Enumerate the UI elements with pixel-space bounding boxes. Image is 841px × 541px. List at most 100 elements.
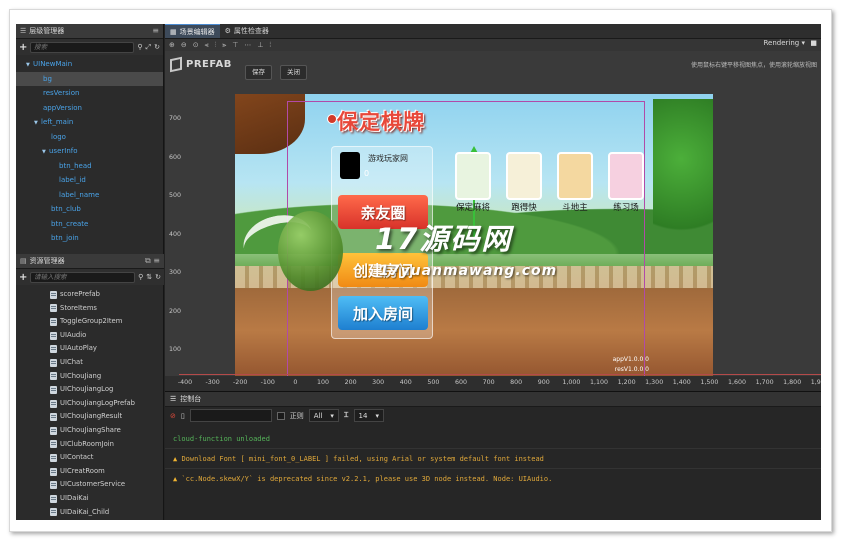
asset-item[interactable]: scorePrefab [16,288,164,302]
console-title[interactable]: 控制台 [180,394,201,404]
zoom-fit-icon[interactable]: ⊙ [193,41,199,49]
x-ruler-label: 1,400 [672,379,691,386]
assets-tab[interactable]: ▤ 资源管理器 [20,256,65,266]
tree-node-label-name[interactable]: label_name [16,188,163,203]
expand-arrow-icon[interactable]: ▼ [42,145,49,160]
search-icon[interactable]: ⚲ [138,273,143,281]
close-button[interactable]: 关闭 [280,65,307,80]
hierarchy-search-input[interactable]: 搜索 [30,41,135,53]
search-placeholder: 搜索 [34,42,47,51]
asset-item[interactable]: ToggleGroup2Item [16,315,164,329]
prefab-file-icon [50,494,57,503]
scene-viewport[interactable]: 使用鼠标右键平移视图焦点，使用滚轮缩放视图 PREFAB 保存 关闭 700 60… [165,51,821,391]
panel-menu-icon[interactable]: ≡ [152,26,159,35]
align-top-icon[interactable]: ⊤ [232,41,238,49]
title-seal-icon [327,114,337,124]
hierarchy-tab[interactable]: ☰ 层级管理器 [20,26,64,36]
font-size-select[interactable]: 14 ▾ [353,409,384,422]
add-node-icon[interactable]: + [19,42,27,53]
add-asset-icon[interactable]: + [19,272,27,283]
asset-item[interactable]: UICustomerService [16,478,164,492]
asset-item[interactable]: UIDaiKai_Child [16,506,164,520]
distribute-icon[interactable]: ⦙ [270,41,272,50]
sort-icon[interactable]: ⇅ [146,273,152,281]
game-mode-button[interactable]: 跑得快 [504,152,544,213]
clear-icon[interactable]: ⊘ [170,412,176,420]
console-icon: ☰ [170,395,177,403]
tree-node-btn-head[interactable]: btn_head [16,159,163,174]
x-ruler-label: 1,600 [727,379,747,386]
asset-item[interactable]: UIChat [16,356,164,370]
asset-item[interactable]: UIChouJiangShare [16,424,164,438]
tree-node-resversion[interactable]: resVersion [16,86,163,101]
y-ruler-label: 600 [169,153,182,161]
asset-item[interactable]: UIContact [16,451,164,465]
asset-item[interactable]: UIAudio [16,329,164,343]
align-middle-icon[interactable]: ⋯ [244,41,251,49]
rendering-dropdown[interactable]: Rendering ▾ [764,39,806,47]
regex-checkbox[interactable] [276,411,285,420]
asset-item-label: UIChouJiangResult [60,412,123,421]
log-level-value: All [313,411,323,420]
tab-inspector[interactable]: ⚙ 属性检查器 [220,24,274,38]
tree-node-bg[interactable]: bg [16,71,163,86]
collapse-icon[interactable]: ⤢ [146,43,152,52]
tree-node-label-id[interactable]: label_id [16,173,163,188]
asset-item-label: UICreatRoom [60,466,105,475]
console-filter-input[interactable] [189,409,272,422]
x-ruler-label: 1,500 [700,379,719,386]
camera-icon[interactable]: ■ [810,39,817,47]
tree-node-userinfo[interactable]: ▼ userInfo [16,144,163,159]
asset-item[interactable]: UIDaiKai [16,492,164,506]
tree-node-uinewmain[interactable]: ▼ UINewMain [16,57,163,72]
file-icon[interactable]: ▯ [181,412,185,420]
tree-node-left-main[interactable]: ▼ left_main [16,115,163,130]
game-mode-button[interactable]: 斗地主 [555,152,595,213]
prefab-mode-indicator: PREFAB [170,56,232,73]
game-mode-button[interactable]: 保定麻将 [453,152,493,213]
asset-item[interactable]: StoreItems [16,302,164,316]
refresh-icon[interactable]: ↻ [155,273,161,281]
assets-search-input[interactable]: 请输入搜索 [30,271,136,283]
btn-join[interactable]: 加入房间 [338,296,428,330]
game-mode-label: 保定麻将 [455,203,490,213]
game-mode-button[interactable]: 练习场 [606,152,646,213]
hierarchy-toolbar: + 搜索 ⚲ ⤢ ↻ [16,39,163,55]
tree-node-btn-create[interactable]: btn_create [16,217,163,232]
asset-item-label: UIChat [60,357,83,366]
x-ruler-label: 1,300 [645,379,664,386]
tree-node-appversion[interactable]: appVersion [16,101,163,116]
asset-item[interactable]: UIChouJiangLogPrefab [16,397,164,411]
asset-item[interactable]: UIChouJiang [16,370,164,384]
log-text: cloud-function unloaded [173,435,270,443]
btn-head-avatar[interactable] [340,152,360,179]
tab-label: 属性检查器 [233,27,269,35]
align-right-icon[interactable]: ⫸ [222,41,226,50]
tree-bg [653,99,713,249]
log-level-select[interactable]: All ▾ [308,409,339,422]
search-icon[interactable]: ⚲ [137,43,142,51]
assets-list: scorePrefab StoreItems ToggleGroup2Item UIA… [16,285,164,519]
align-left-icon[interactable]: ⫷ [205,41,209,50]
panel-menu-icon[interactable]: ⧉ ≡ [145,256,160,266]
asset-item[interactable]: UIClubRoomJoin [16,438,164,452]
asset-item[interactable]: UICreatRoom [16,465,164,479]
refresh-icon[interactable]: ↻ [154,43,160,51]
asset-item[interactable]: UIChouJiangResult [16,410,164,424]
tree-node-btn-club[interactable]: btn_club [16,202,163,217]
align-center-icon[interactable]: ⫶ [215,41,217,50]
expand-arrow-icon[interactable]: ▼ [34,116,41,131]
expand-arrow-icon[interactable]: ▼ [26,58,33,73]
align-bottom-icon[interactable]: ⊥ [257,41,263,49]
tree-node-logo[interactable]: logo [16,130,163,145]
tree-node-btn-join[interactable]: btn_join [16,231,163,246]
assets-panel: ▤ 资源管理器 ⧉ ≡ + 请输入搜索 ⚲ ⇅ ↻ scorePrefab Sto… [16,254,164,520]
save-button[interactable]: 保存 [245,65,272,80]
zoom-in-icon[interactable]: ⊕ [169,41,175,49]
asset-item[interactable]: UIChouJiangLog [16,383,164,397]
font-size-icon: Ꮖ [343,411,349,419]
asset-item-label: UIChouJiang [60,371,102,380]
tab-scene-editor[interactable]: ▦ 场景编辑器 [165,24,220,38]
zoom-out-icon[interactable]: ⊖ [181,41,187,49]
asset-item[interactable]: UIAutoPlay [16,342,164,356]
